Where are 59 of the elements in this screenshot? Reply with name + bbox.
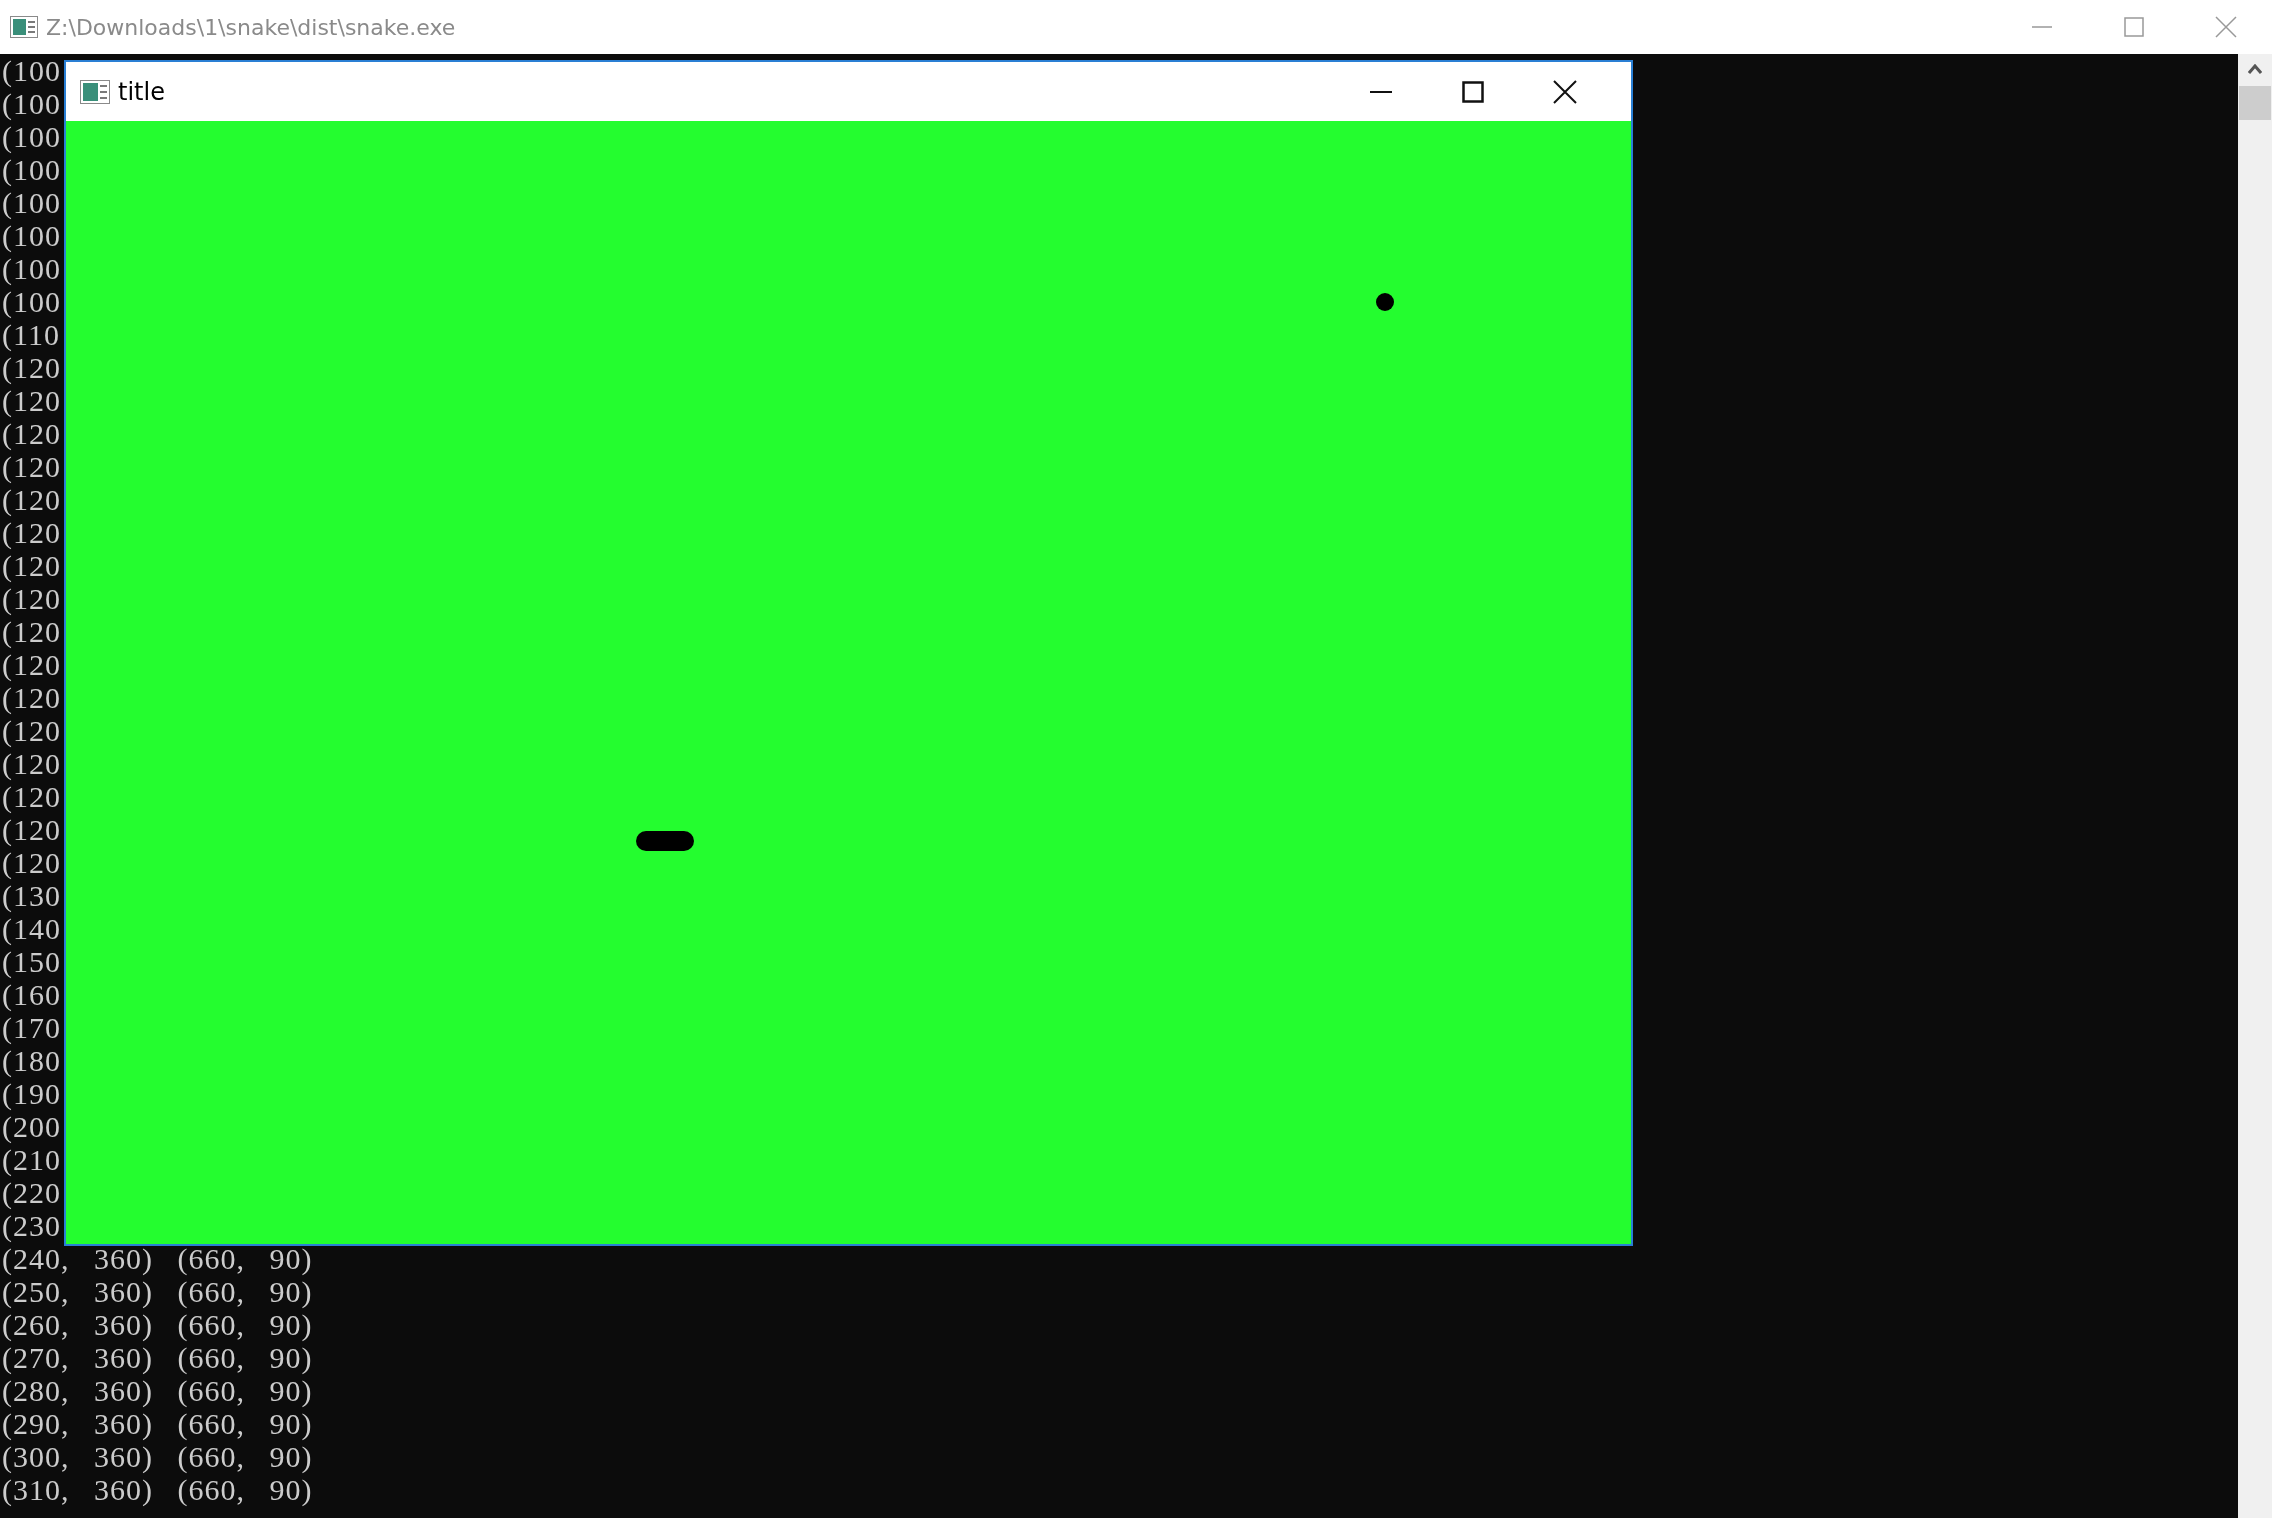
console-line: (100 [2, 186, 61, 219]
console-line: (140 [2, 912, 61, 945]
console-line: (300, 360) (660, 90) [2, 1440, 313, 1473]
window-title: Z:\Downloads\1\snake\dist\snake.exe [46, 14, 456, 40]
scrollbar[interactable] [2238, 54, 2272, 1518]
console-line: (230 [2, 1209, 61, 1242]
console-line: (120 [2, 681, 61, 714]
console-line: (280, 360) (660, 90) [2, 1374, 313, 1407]
console-line: (190 [2, 1077, 61, 1110]
console-line: (120 [2, 516, 61, 549]
console-line: (240, 360) (660, 90) [2, 1242, 313, 1275]
console-line: (260, 360) (660, 90) [2, 1308, 313, 1341]
console-line: (120 [2, 813, 61, 846]
console-line: (120 [2, 846, 61, 879]
console-line: (120 [2, 417, 61, 450]
console-line: (130 [2, 879, 61, 912]
console-line: (200 [2, 1110, 61, 1143]
console-line: (100 [2, 219, 61, 252]
maximize-icon [2124, 17, 2144, 37]
close-icon [2215, 16, 2237, 38]
window-title: title [118, 77, 165, 106]
scroll-up-icon [2248, 64, 2262, 74]
console-line: (120 [2, 483, 61, 516]
console-line: (100 [2, 153, 61, 186]
console-line: (100 [2, 87, 61, 120]
console-line: (100 [2, 120, 61, 153]
minimize-icon [2032, 26, 2052, 28]
console-line: (120 [2, 582, 61, 615]
app-icon [80, 79, 110, 104]
console-line: (220 [2, 1176, 61, 1209]
console-line: (110 [2, 318, 60, 351]
console-line: (120 [2, 450, 61, 483]
console-line: (120 [2, 384, 61, 417]
console-line: (270, 360) (660, 90) [2, 1341, 313, 1374]
console-app-icon [10, 16, 38, 38]
console-line: (150 [2, 945, 61, 978]
close-icon [1553, 79, 1577, 104]
console-line: (100 [2, 252, 61, 285]
console-line: (120 [2, 714, 61, 747]
console-line: (100 [2, 285, 61, 318]
food-dot [1376, 293, 1394, 311]
console-line: (120 [2, 351, 61, 384]
console-line: (180 [2, 1044, 61, 1077]
console-line: (210 [2, 1143, 61, 1176]
minimize-icon [1370, 90, 1392, 93]
console-line: (100 [2, 54, 61, 87]
console-line: (120 [2, 549, 61, 582]
console-line: (160 [2, 978, 61, 1011]
console-line: (120 [2, 780, 61, 813]
maximize-icon [1462, 80, 1484, 103]
snake [636, 831, 694, 851]
console-line: (310, 360) (660, 90) [2, 1473, 313, 1506]
console-line: (250, 360) (660, 90) [2, 1275, 313, 1308]
scrollbar-thumb[interactable] [2239, 86, 2271, 120]
console-line: (120 [2, 615, 61, 648]
console-line: (290, 360) (660, 90) [2, 1407, 313, 1440]
console-line: (120 [2, 648, 61, 681]
console-line: (120 [2, 747, 61, 780]
console-line: (170 [2, 1011, 61, 1044]
